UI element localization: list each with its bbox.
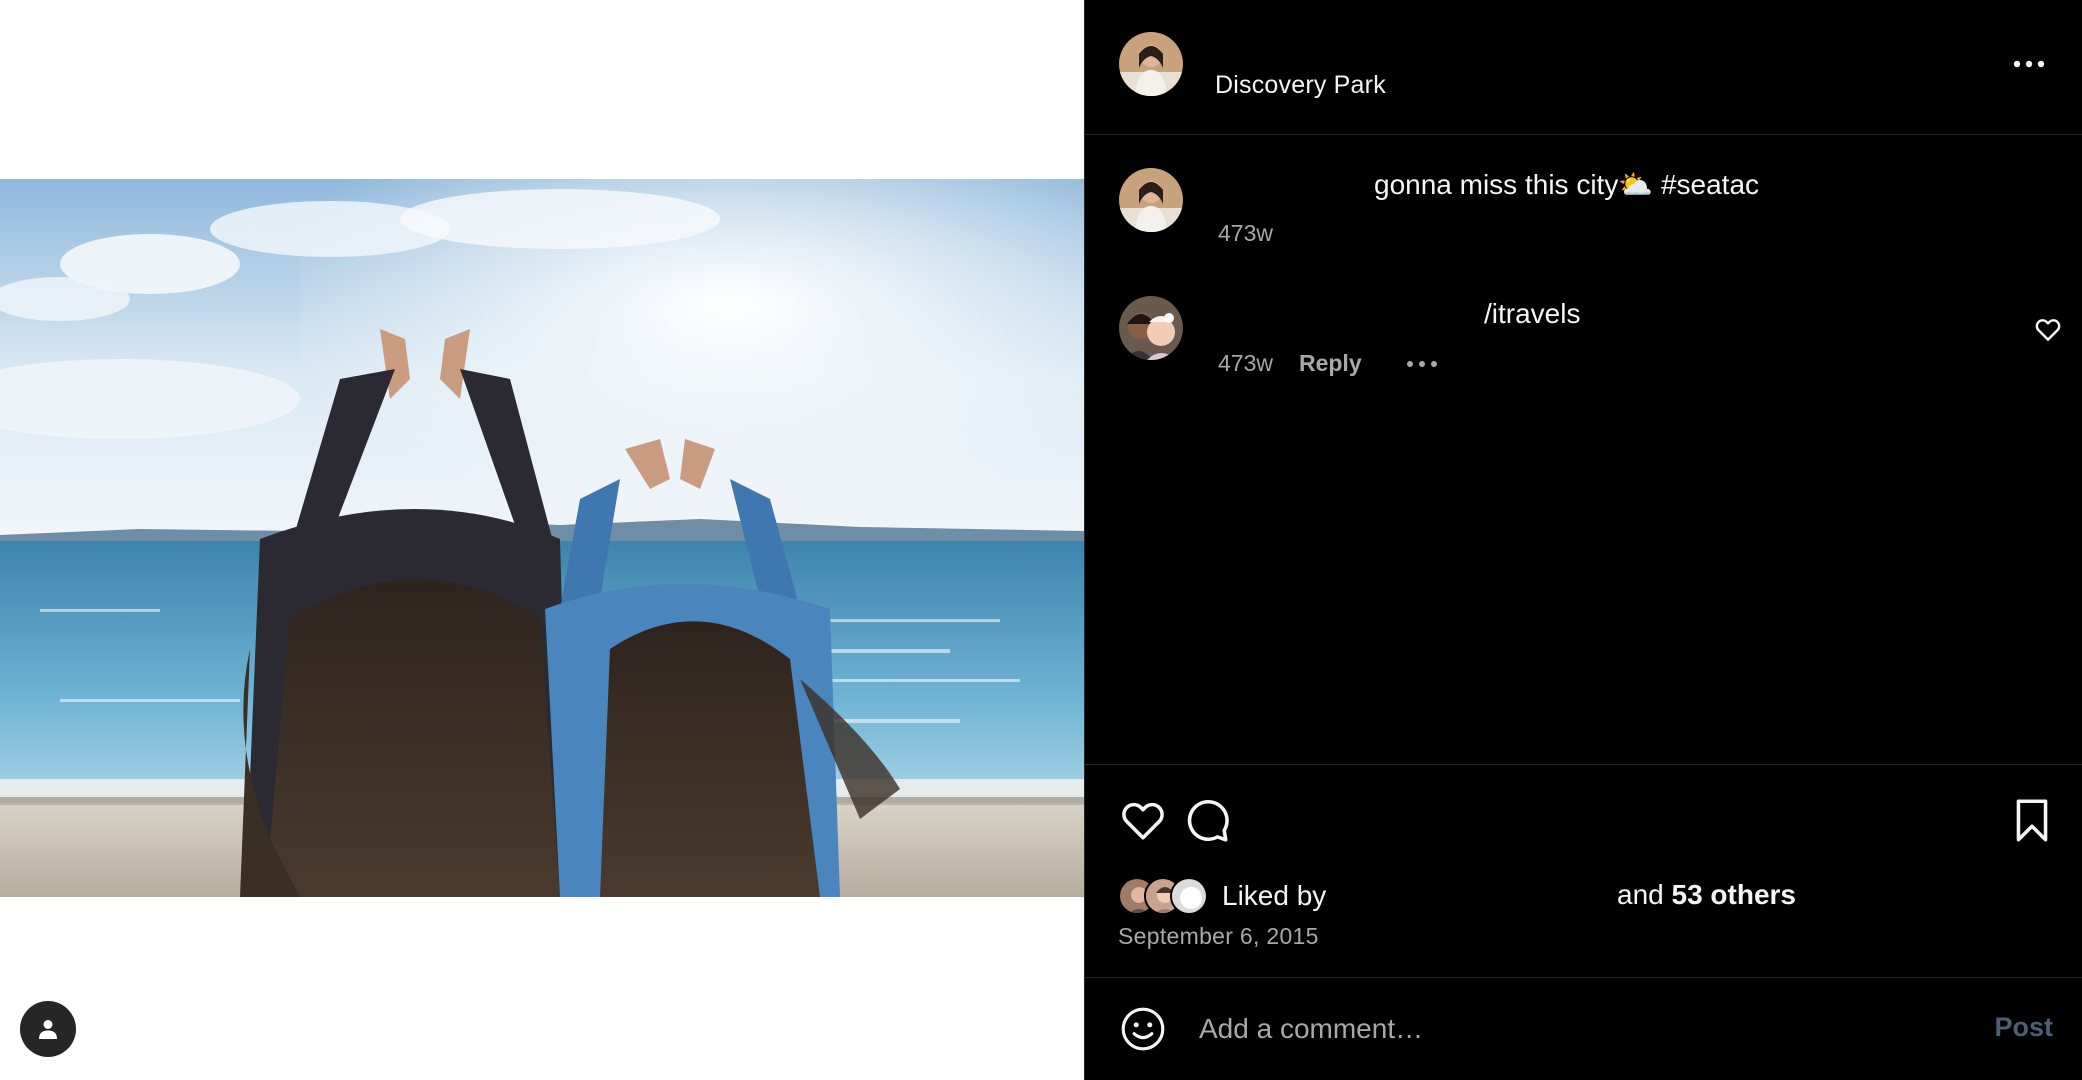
comment-meta: 473w Reply [1218,350,1440,377]
post-viewer: Discovery Park gonna miss this city⛅ #se… [0,0,2082,1080]
comment-composer: Post [1085,978,2082,1080]
tagged-users-button[interactable] [20,1001,76,1057]
more-horizontal-icon [2013,60,2045,68]
caption-author-avatar[interactable] [1119,168,1183,232]
likes-summary[interactable]: Liked by [1118,875,1326,917]
commenter-avatar[interactable] [1119,296,1183,360]
person-icon [39,1020,57,1039]
comment-bubble-icon[interactable] [1182,795,1232,845]
post-options-button[interactable] [2009,50,2049,78]
comment-options-button[interactable] [1406,354,1440,374]
comment-input[interactable] [1197,1000,1897,1058]
heart-icon[interactable] [1118,795,1168,845]
likes-others-count: 53 others [1671,879,1797,910]
post-header: Discovery Park [1085,0,2082,135]
post-side-panel: Discovery Park gonna miss this city⛅ #se… [1084,0,2082,1080]
more-horizontal-icon [1406,360,1437,367]
comments-list[interactable]: gonna miss this city⛅ #seatac 473w /itra… [1085,136,2082,764]
reply-button[interactable]: Reply [1299,350,1362,377]
author-avatar[interactable] [1119,32,1183,96]
liker-avatars [1118,875,1218,917]
post-comment-button[interactable]: Post [1994,1012,2053,1043]
post-location[interactable]: Discovery Park [1215,71,1386,100]
comment-timestamp[interactable]: 473w [1218,350,1273,377]
media-pane [0,0,1084,1080]
post-date[interactable]: September 6, 2015 [1118,923,1319,950]
post-actions: Liked by and 53 others September 6, 2015 [1085,764,2082,978]
likes-count[interactable]: and 53 others [1617,879,1796,911]
likes-prefix-text: Liked by [1222,880,1327,911]
liker-avatar [1170,877,1208,915]
comment-text: /itravels [1484,298,1581,329]
post-caption: gonna miss this city⛅ #seatac [1374,169,1760,200]
bookmark-icon[interactable] [2007,795,2057,845]
caption-timestamp[interactable]: 473w [1218,220,1273,247]
emoji-smile-icon[interactable] [1118,1004,1168,1054]
likes-and-text: and [1617,879,1672,910]
post-photo[interactable] [0,179,1084,897]
comment-like-heart-icon[interactable] [2033,314,2063,344]
